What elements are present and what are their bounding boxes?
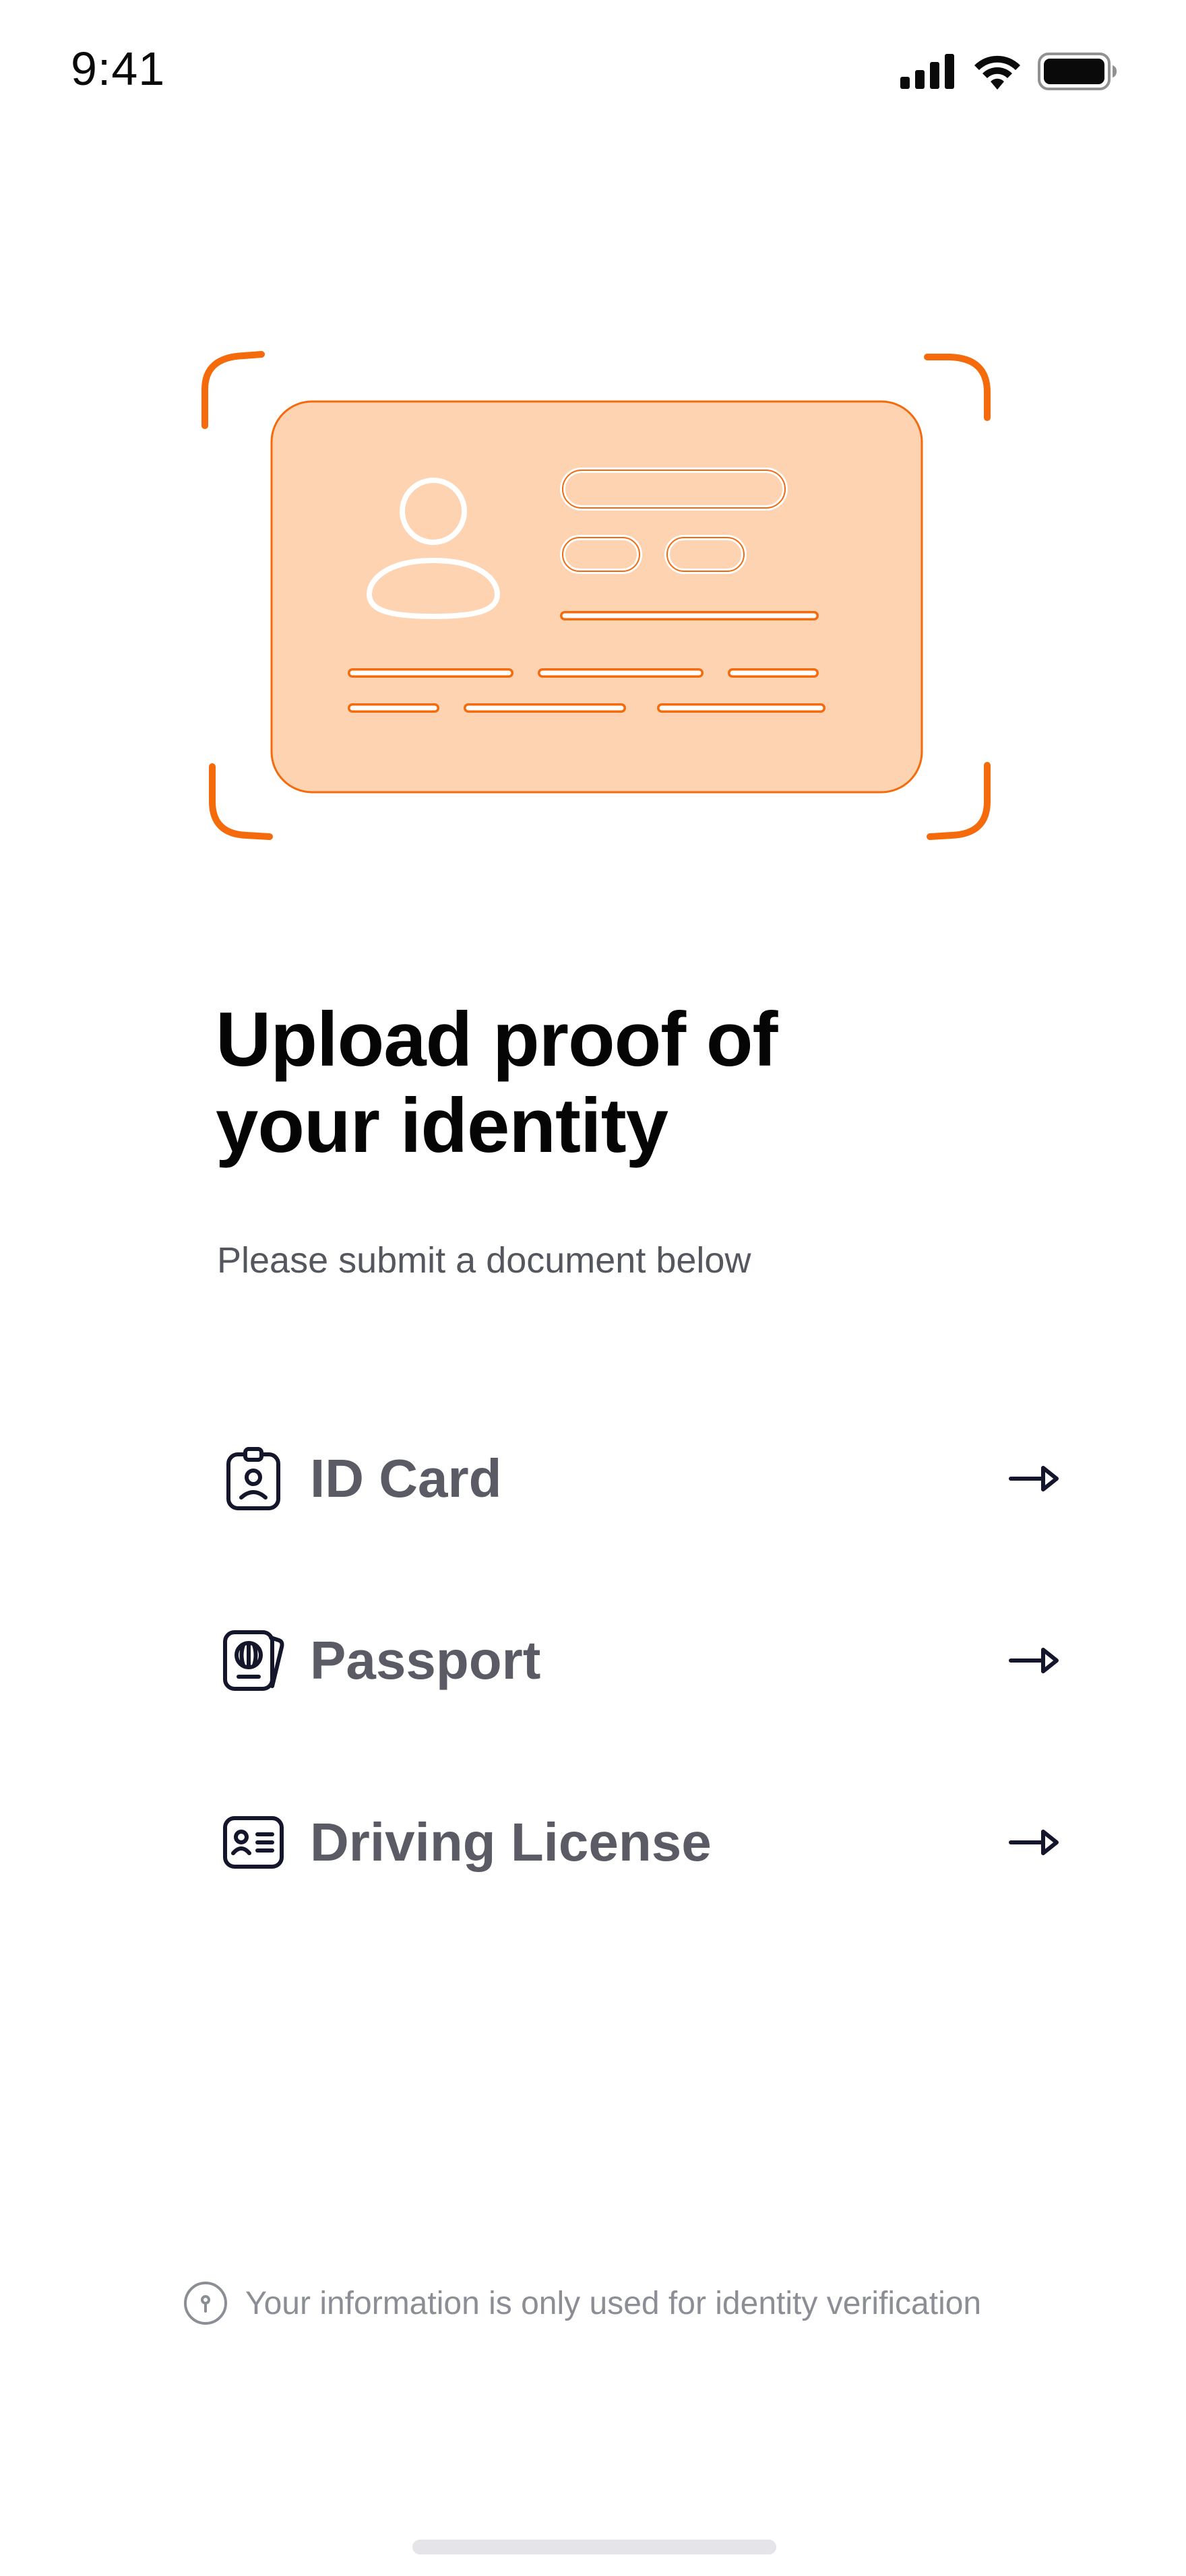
- status-icons: [900, 52, 1119, 94]
- page-subtitle: Please submit a document below: [217, 1240, 751, 1281]
- home-indicator[interactable]: [412, 2540, 776, 2554]
- document-options-list: ID Card Passport Driving License: [216, 1388, 1065, 1933]
- option-label: ID Card: [310, 1448, 502, 1508]
- option-label: Passport: [310, 1630, 541, 1690]
- privacy-note-text: Your information is only used for identi…: [245, 2285, 982, 2321]
- id-card-scan-illustration: [195, 344, 997, 856]
- passport-icon: [220, 1627, 287, 1694]
- page-title: Upload proof of your identity: [216, 997, 957, 1169]
- option-id-card[interactable]: ID Card: [216, 1388, 1065, 1570]
- status-bar: 9:41: [0, 0, 1186, 135]
- page-title-line-1: Upload proof of: [216, 997, 778, 1083]
- cellular-signal-icon: [900, 53, 957, 92]
- verification-screen: 9:41 Upload proof of your identity Pleas…: [0, 0, 1186, 2576]
- arrow-right-icon: [1004, 1458, 1065, 1499]
- info-icon: [182, 2280, 229, 2327]
- option-label: Driving License: [310, 1812, 712, 1872]
- wifi-icon: [973, 53, 1022, 93]
- id-badge-icon: [220, 1445, 287, 1512]
- status-time: 9:41: [71, 42, 166, 95]
- arrow-right-icon: [1004, 1640, 1065, 1681]
- arrow-right-icon: [1004, 1822, 1065, 1863]
- option-driving-license[interactable]: Driving License: [216, 1751, 1065, 1933]
- page-title-line-2: your identity: [216, 1083, 668, 1169]
- option-passport[interactable]: Passport: [216, 1570, 1065, 1751]
- driving-license-icon: [220, 1809, 287, 1876]
- privacy-note: Your information is only used for identi…: [182, 2280, 981, 2327]
- battery-icon: [1038, 52, 1119, 94]
